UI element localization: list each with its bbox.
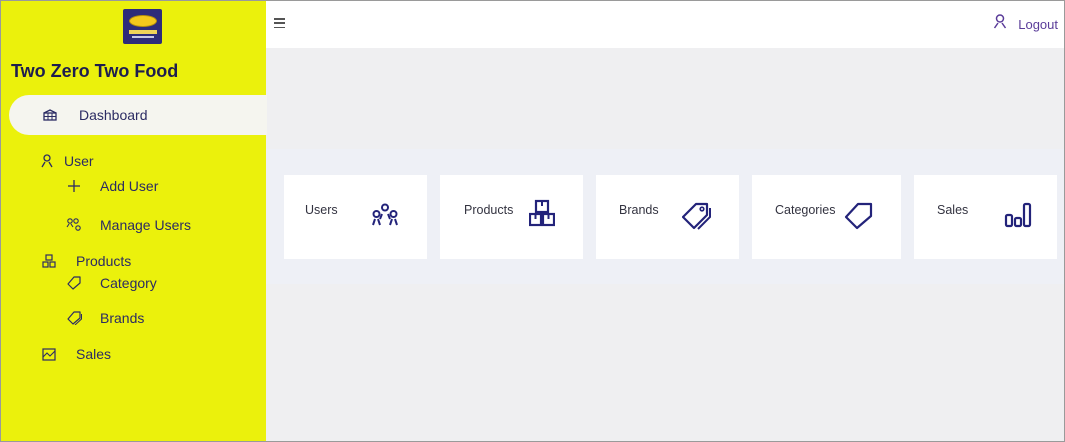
sidebar-item-label: Brands [100,310,145,326]
sidebar-item-add-user[interactable]: Add User [65,178,158,194]
top-bar: Logout [266,1,1064,48]
boxes-icon [528,199,556,232]
boxes-icon [40,253,58,269]
sidebar-item-label: Manage Users [100,217,192,233]
sidebar-item-sales[interactable]: Sales [40,346,111,362]
tag-icon [844,202,873,235]
plus-icon [65,178,83,194]
sidebar-item-brands[interactable]: Brands [65,310,144,326]
tags-icon [65,310,83,326]
brand-logo[interactable] [123,9,162,44]
card-title: Users [305,203,338,217]
sidebar-item-label: Dashboard [79,107,148,123]
stat-card-products[interactable]: Products [440,175,583,259]
tags-icon [681,201,712,236]
sidebar-item-label: Products [76,253,132,269]
sidebar-item-user[interactable]: User [38,153,94,169]
stat-card-users[interactable]: Users [284,175,427,259]
sidebar-item-products[interactable]: Products [40,253,131,269]
logout-button[interactable]: Logout [993,14,1058,34]
tag-icon [65,275,83,291]
sidebar-item-dashboard[interactable]: Dashboard [41,107,148,123]
logout-label: Logout [1018,16,1058,32]
sidebar-item-label: Sales [76,346,112,362]
sales-chart-icon [40,346,58,362]
bar-chart-icon [1004,202,1032,233]
user-icon [993,14,1007,34]
dashboard-icon [41,107,59,123]
stat-card-sales[interactable]: Sales [914,175,1057,259]
sidebar-item-label: User [64,153,94,169]
card-title: Brands [619,203,659,217]
card-title: Products [464,203,514,217]
stat-card-categories[interactable]: Categories [752,175,901,259]
sidebar: Two Zero Two Food Dashboard User Add Use… [1,1,267,441]
sidebar-item-manage-users[interactable]: Manage Users [65,217,191,233]
card-title: Categories [775,203,836,217]
logo-wordmark [128,30,157,34]
hamburger-menu-icon[interactable] [274,18,285,28]
sidebar-item-label: Add User [100,178,159,194]
stat-card-brands[interactable]: Brands [596,175,739,259]
user-icon [38,153,56,169]
logo-emblem [128,15,157,27]
sidebar-item-label: Category [100,275,157,291]
users-icon [368,203,402,232]
logo-tagline [131,36,154,38]
sidebar-item-category[interactable]: Category [65,275,157,291]
users-icon [65,217,83,233]
card-title: Sales [937,203,969,217]
brand-title: Two Zero Two Food [11,61,179,81]
